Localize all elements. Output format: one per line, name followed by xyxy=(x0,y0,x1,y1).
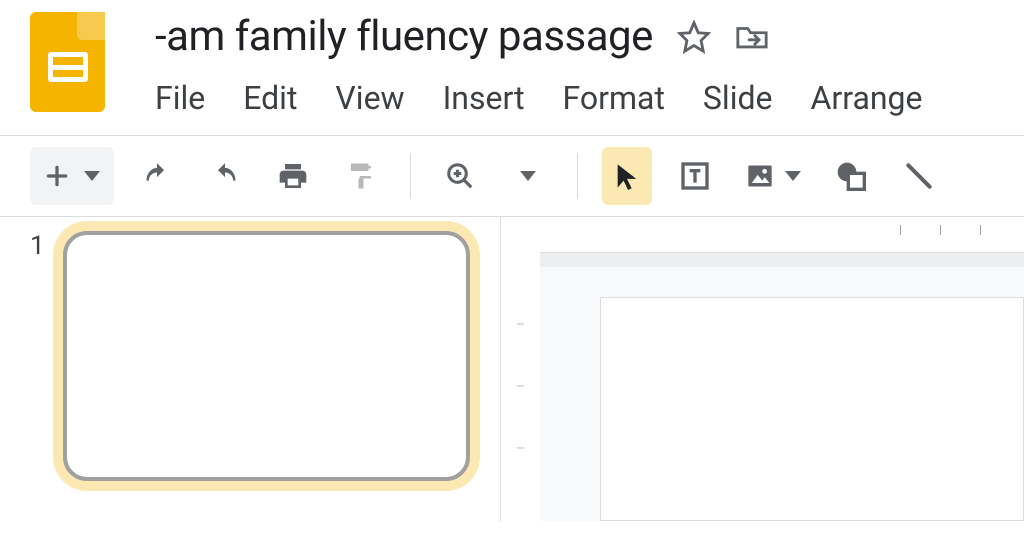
menu-edit[interactable]: Edit xyxy=(243,79,297,117)
star-icon[interactable] xyxy=(677,20,711,54)
workspace: 1 ––– xyxy=(0,217,1024,521)
image-icon xyxy=(745,162,775,190)
redo-button[interactable] xyxy=(200,147,250,205)
chevron-down-icon xyxy=(84,171,100,181)
print-button[interactable] xyxy=(268,147,318,205)
plus-icon xyxy=(44,163,70,189)
printer-icon xyxy=(277,160,309,192)
textbox-tool-button[interactable] xyxy=(670,147,720,205)
separator xyxy=(577,153,578,199)
menu-view[interactable]: View xyxy=(335,79,404,117)
menu-bar: File Edit View Insert Format Slide Arran… xyxy=(155,79,922,117)
zoom-dropdown[interactable] xyxy=(503,147,553,205)
vertical-ruler: ––– xyxy=(500,217,540,521)
toolbar xyxy=(0,135,1024,217)
undo-button[interactable] xyxy=(132,147,182,205)
slide-panel[interactable]: 1 xyxy=(0,217,500,521)
zoom-button[interactable] xyxy=(435,147,485,205)
shape-icon xyxy=(834,160,868,192)
slide-number: 1 xyxy=(30,231,45,521)
menu-arrange[interactable]: Arrange xyxy=(811,79,923,117)
header: -am family fluency passage File Edit Vie… xyxy=(0,0,1024,117)
line-tool-button[interactable] xyxy=(894,147,944,205)
chevron-down-icon xyxy=(785,171,801,181)
new-slide-button[interactable] xyxy=(30,147,114,205)
slide-thumbnail[interactable] xyxy=(63,231,470,481)
select-tool-button[interactable] xyxy=(602,147,652,205)
cursor-icon xyxy=(613,161,641,191)
slide-canvas[interactable] xyxy=(600,297,1024,521)
paint-format-button[interactable] xyxy=(336,147,386,205)
ruler-band xyxy=(540,253,1024,267)
image-tool-button[interactable] xyxy=(738,147,808,205)
menu-slide[interactable]: Slide xyxy=(703,79,773,117)
redo-icon xyxy=(208,162,242,190)
menu-file[interactable]: File xyxy=(155,79,205,117)
text-box-icon xyxy=(679,160,711,192)
title-row: -am family fluency passage xyxy=(155,12,922,61)
separator xyxy=(410,153,411,199)
app-logo-slides[interactable] xyxy=(30,12,105,112)
menu-insert[interactable]: Insert xyxy=(443,79,525,117)
line-icon xyxy=(903,160,935,192)
title-area: -am family fluency passage File Edit Vie… xyxy=(155,12,922,117)
chevron-down-icon xyxy=(520,171,536,181)
menu-format[interactable]: Format xyxy=(563,79,665,117)
shape-tool-button[interactable] xyxy=(826,147,876,205)
move-to-folder-icon[interactable] xyxy=(735,20,769,54)
paint-roller-icon xyxy=(346,161,376,191)
document-title[interactable]: -am family fluency passage xyxy=(155,12,653,61)
canvas-area[interactable] xyxy=(540,217,1024,521)
undo-icon xyxy=(140,162,174,190)
horizontal-ruler xyxy=(540,217,1024,253)
zoom-icon xyxy=(445,161,475,191)
